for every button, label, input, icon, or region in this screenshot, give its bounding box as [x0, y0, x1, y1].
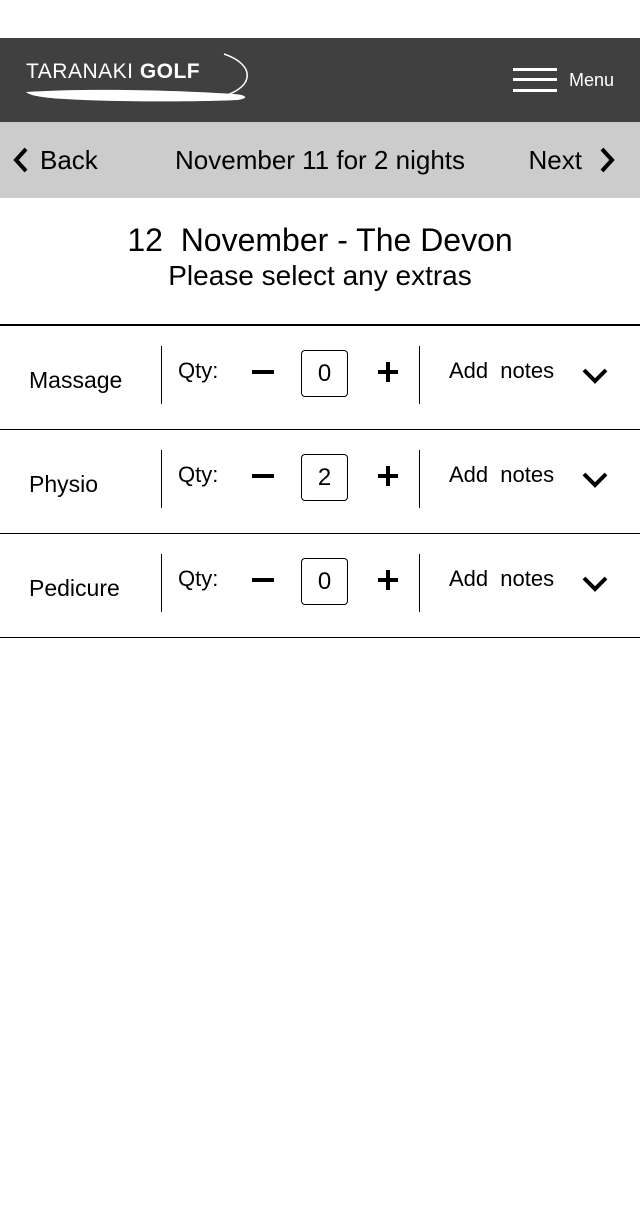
back-label: Back [40, 144, 98, 175]
date-navigation-bar: Back November 11 for 2 nights Next [0, 122, 640, 198]
top-spacer [0, 0, 640, 38]
increment-button[interactable] [378, 466, 398, 486]
divider [419, 554, 420, 612]
qty-label: Qty: [178, 358, 219, 383]
divider [419, 346, 420, 404]
quantity-input[interactable]: 0 [301, 558, 348, 605]
extra-row-massage: Massage Qty: 0 Add notes [0, 326, 640, 430]
extra-row-pedicure: Pedicure Qty: 0 Add notes [0, 534, 640, 638]
extra-name: Physio [29, 470, 99, 497]
add-notes-toggle[interactable]: Add notes [449, 462, 554, 488]
decrement-button[interactable] [252, 474, 274, 478]
next-label: Next [528, 144, 582, 175]
page-heading: 12 November - The Devon Please select an… [0, 198, 640, 324]
decrement-button[interactable] [252, 578, 274, 582]
quantity-input[interactable]: 0 [301, 350, 348, 397]
menu-label: Menu [568, 69, 614, 90]
decrement-button[interactable] [252, 370, 274, 374]
extra-name: Pedicure [29, 574, 120, 601]
increment-button[interactable] [378, 570, 398, 590]
back-button[interactable]: Back [12, 122, 98, 198]
menu-button[interactable]: Menu [512, 62, 614, 98]
increment-button[interactable] [378, 362, 398, 382]
page-title: 12 November - The Devon [127, 222, 513, 258]
qty-label: Qty: [178, 566, 219, 591]
taranaki-golf-logo[interactable]: TARANAKI GOLF [24, 52, 256, 108]
extras-list: Massage Qty: 0 Add notes Physio Qty: 2 A… [0, 324, 640, 638]
divider [161, 450, 162, 508]
page-subtitle: Please select any extras [168, 260, 472, 291]
extra-name: Massage [29, 366, 123, 393]
chevron-down-icon[interactable] [582, 574, 608, 592]
app-header: TARANAKI GOLF Menu [0, 38, 640, 122]
qty-label: Qty: [178, 462, 219, 487]
hamburger-icon [512, 66, 557, 94]
extra-row-physio: Physio Qty: 2 Add notes [0, 430, 640, 534]
chevron-left-icon [13, 147, 28, 173]
add-notes-toggle[interactable]: Add notes [449, 566, 554, 592]
divider [161, 554, 162, 612]
divider [161, 346, 162, 404]
quantity-input[interactable]: 2 [301, 454, 348, 501]
add-notes-toggle[interactable]: Add notes [449, 358, 554, 384]
chevron-down-icon[interactable] [582, 470, 608, 488]
chevron-right-icon [600, 147, 615, 173]
next-button[interactable]: Next [529, 122, 616, 198]
divider [419, 450, 420, 508]
logo-text: TARANAKI GOLF [26, 60, 201, 83]
chevron-down-icon[interactable] [582, 366, 608, 384]
